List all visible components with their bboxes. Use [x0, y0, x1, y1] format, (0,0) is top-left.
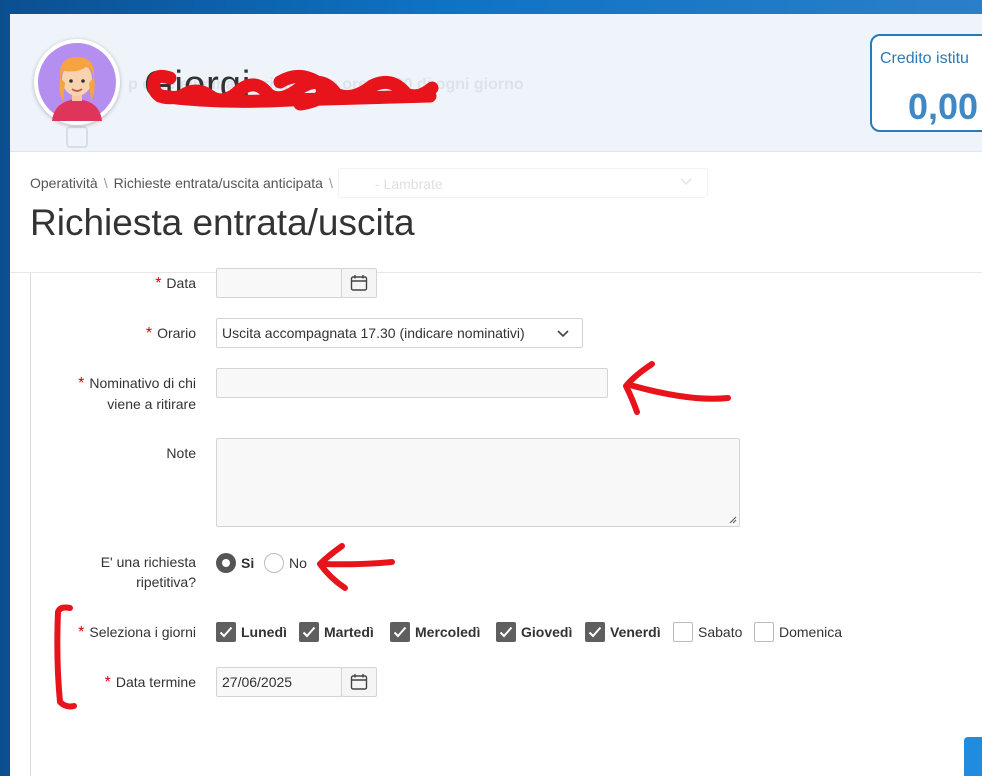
app-window: p ente eliminate prima delle ore 09:30 d… — [10, 14, 982, 776]
credit-value: 0,00 — [908, 86, 979, 127]
nominativo-label: * Nominativo di chi viene a ritirare — [78, 375, 196, 412]
checkbox-giovedi-label[interactable]: Giovedì — [521, 624, 572, 640]
action-button[interactable] — [964, 737, 982, 776]
checkbox-sabato[interactable] — [673, 622, 693, 642]
checkbox-martedi[interactable] — [299, 622, 319, 642]
data-label: * Data — [155, 275, 196, 292]
orario-value: Uscita accompagnata 17.30 (indicare nomi… — [222, 325, 525, 341]
checkbox-sabato-label[interactable]: Sabato — [698, 624, 742, 640]
checkbox-lunedi[interactable] — [216, 622, 236, 642]
breadcrumb: Operatività \ Richieste entrata/uscita ant… — [30, 175, 339, 191]
note-label: Note — [166, 445, 196, 461]
breadcrumb-separator: \ — [328, 175, 333, 191]
checkbox-mercoledi[interactable] — [390, 622, 410, 642]
orario-label: * Orario — [145, 325, 196, 342]
background-icon — [66, 126, 88, 148]
calendar-icon — [350, 674, 368, 690]
radio-si[interactable] — [216, 553, 236, 573]
checkbox-mercoledi-label[interactable]: Mercoledì — [415, 624, 480, 640]
data-termine-label: * Data termine — [104, 674, 196, 691]
data-termine-input[interactable]: 27/06/2025 — [216, 667, 342, 697]
chevron-down-icon — [557, 330, 569, 338]
credit-box[interactable]: Credito istitu 0,00 — [870, 34, 982, 132]
data-calendar-button[interactable] — [341, 268, 377, 298]
giorni-label: * Seleziona i giorni — [78, 624, 196, 641]
checkmark-icon — [302, 626, 316, 638]
background-select: - Lambrate — [338, 168, 708, 198]
checkbox-domenica[interactable] — [754, 622, 774, 642]
data-input[interactable] — [216, 268, 342, 298]
radio-si-label[interactable]: Si — [241, 555, 254, 571]
note-textarea[interactable] — [216, 438, 740, 527]
checkmark-icon — [393, 626, 407, 638]
checkbox-martedi-label[interactable]: Martedì — [324, 624, 374, 640]
avatar[interactable] — [34, 39, 120, 125]
checkmark-icon — [499, 626, 513, 638]
checkbox-domenica-label[interactable]: Domenica — [779, 624, 842, 640]
form-left-border — [30, 273, 31, 776]
checkbox-giovedi[interactable] — [496, 622, 516, 642]
radio-no-label[interactable]: No — [289, 555, 307, 571]
resize-handle-icon[interactable] — [727, 514, 737, 524]
credit-label: Credito istitu — [880, 50, 969, 67]
orario-select[interactable]: Uscita accompagnata 17.30 (indicare nomi… — [216, 318, 583, 348]
calendar-icon — [350, 275, 368, 291]
radio-no[interactable] — [264, 553, 284, 573]
checkbox-venerdi[interactable] — [585, 622, 605, 642]
checkmark-icon — [219, 626, 233, 638]
user-name: Giorgi — [144, 64, 252, 106]
checkbox-venerdi-label[interactable]: Venerdì — [610, 624, 661, 640]
ripetitiva-label: E' una richiesta ripetitiva? — [100, 554, 196, 590]
user-avatar-icon — [38, 43, 116, 121]
breadcrumb-separator: \ — [103, 175, 108, 191]
breadcrumb-item-richieste[interactable]: Richieste entrata/uscita anticipata — [114, 175, 323, 191]
data-termine-calendar-button[interactable] — [341, 667, 377, 697]
nominativo-input[interactable] — [216, 368, 608, 398]
checkbox-lunedi-label[interactable]: Lunedì — [241, 624, 287, 640]
chevron-down-icon — [680, 178, 692, 186]
page-title: Richiesta entrata/uscita — [30, 202, 415, 243]
breadcrumb-item-operativita[interactable]: Operatività — [30, 175, 98, 191]
header: p ente eliminate prima delle ore 09:30 d… — [10, 14, 982, 152]
checkmark-icon — [588, 626, 602, 638]
